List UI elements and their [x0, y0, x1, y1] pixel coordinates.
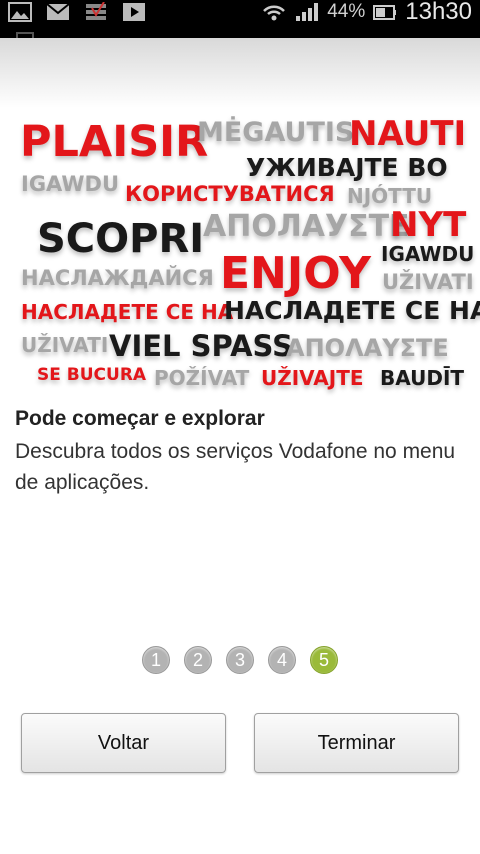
system-icons: 44% 13h30 [261, 0, 472, 25]
page-dot-5-active: 5 [310, 646, 338, 674]
cloud-word: NAUTI [349, 114, 467, 154]
finish-button[interactable]: Terminar [254, 713, 459, 773]
back-button[interactable]: Voltar [21, 713, 226, 773]
tasks-icon [86, 2, 106, 20]
cloud-word: MĖGAUTIS [197, 117, 355, 148]
gmail-icon [46, 3, 70, 20]
cloud-word: UŽIVAJTE [261, 366, 364, 390]
cloud-word: ENJOY [220, 248, 371, 299]
cloud-word: BAUDĪT [380, 366, 465, 390]
page-dot-3: 3 [226, 646, 254, 674]
cloud-word: НАСЛАЖДАЙСЯ [21, 266, 214, 290]
page-title: Pode começar e explorar [15, 407, 265, 430]
cloud-word: PLAISIR [20, 117, 209, 167]
signal-icon [296, 3, 319, 21]
page-dot-2: 2 [184, 646, 212, 674]
cloud-word: ΑΠΟΛΑΥΣΤΕ [286, 334, 449, 362]
cloud-word: VIEL SPASS [109, 329, 294, 363]
battery-icon [373, 5, 397, 20]
page-indicator: 1 2 3 4 5 [142, 646, 338, 674]
cloud-word: POŽÍVAT [154, 366, 250, 390]
cloud-word: IGAWDU [381, 242, 475, 266]
cloud-word: IGAWDU [21, 172, 120, 196]
image-icon [8, 2, 32, 22]
enjoy-word-cloud: PLAISIR MĖGAUTIS NAUTI УЖИВАЈТЕ ВО IGAWD… [0, 108, 480, 398]
page-dot-4: 4 [268, 646, 296, 674]
header-fade [0, 38, 480, 108]
cloud-word: НАСЛАДЕТЕ СЕ НА [21, 300, 234, 324]
cloud-word: SCOPRI [37, 216, 205, 262]
page-description: Descubra todos os serviços Vodafone no m… [15, 440, 456, 494]
notification-icons [8, 0, 146, 24]
clock: 13h30 [405, 0, 472, 25]
cloud-word: КОРИСТУВАТИСЯ [125, 182, 335, 206]
cloud-word: SE BUCURA [37, 365, 147, 385]
wifi-icon [263, 5, 286, 21]
cloud-word: УЖИВАЈТЕ ВО [246, 153, 448, 182]
page-dot-1: 1 [142, 646, 170, 674]
cloud-word: АПОЛАУΣТΕ [203, 209, 410, 244]
cloud-word: НАСЛАДЕТЕ СЕ НА [224, 296, 480, 325]
play-store-icon [123, 3, 145, 21]
cloud-word: NYT [390, 205, 467, 245]
cloud-word: UŽIVATI [382, 270, 474, 294]
cloud-word: UŽIVATI [21, 333, 109, 357]
cloud-word: NJÓTTU [347, 184, 433, 208]
battery-percent: 44% [327, 1, 366, 22]
